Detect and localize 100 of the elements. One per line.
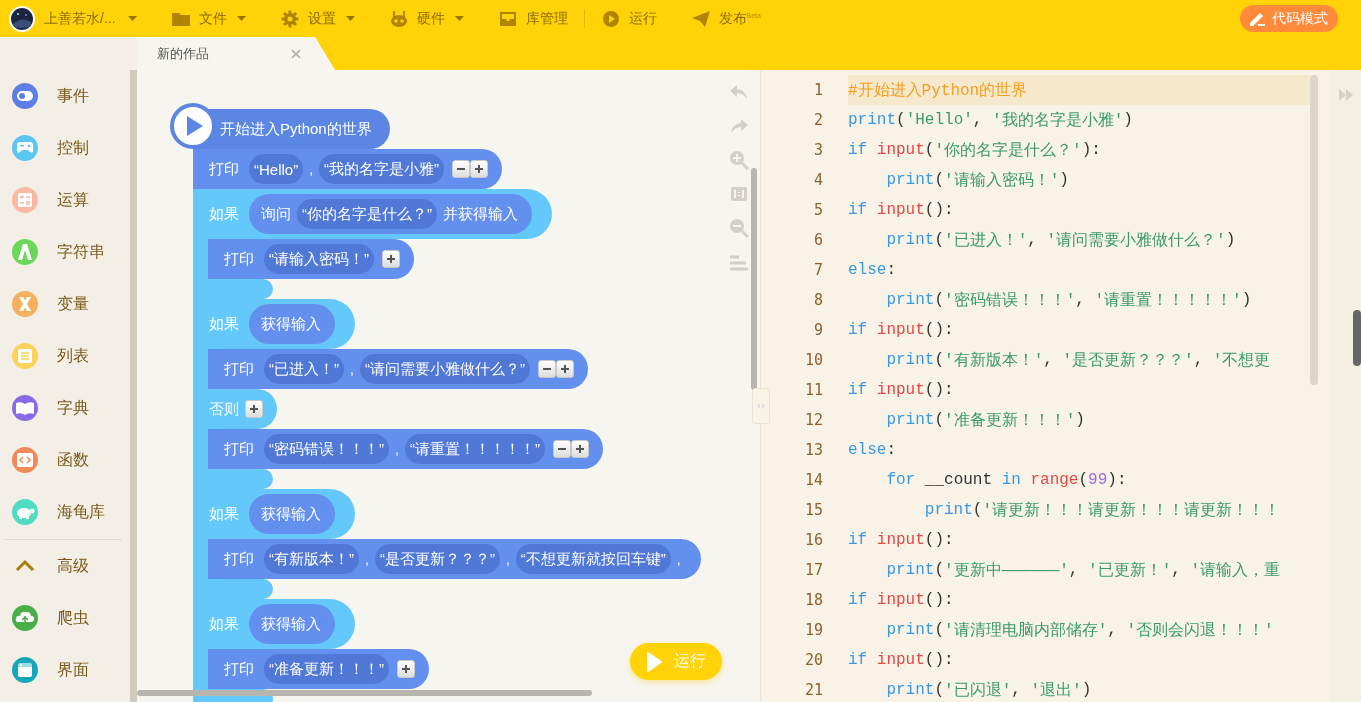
code-line[interactable]: if input(): — [848, 525, 1310, 555]
scrollbar[interactable] — [137, 690, 592, 696]
add-button[interactable] — [570, 440, 589, 458]
code-line[interactable]: if input(): — [848, 645, 1310, 675]
turtle-icon[interactable] — [11, 498, 39, 526]
calculator-icon[interactable] — [11, 186, 39, 214]
remove-button[interactable] — [452, 160, 471, 178]
print-block[interactable]: 打印 “有新版本！” , “是否更新？？？” , “不想更新就按回车键” , — [208, 539, 701, 579]
book-icon[interactable] — [11, 394, 39, 422]
menu-item[interactable]: 发布 — [718, 9, 747, 28]
code-line[interactable]: print('已闪退', '退出') — [848, 675, 1310, 702]
code-line[interactable]: print('准备更新！！！') — [848, 405, 1310, 435]
code-line[interactable]: if input(): — [848, 585, 1310, 615]
condition-block[interactable]: 获得输入 — [249, 494, 335, 534]
toggle-icon[interactable] — [11, 82, 39, 110]
code-line[interactable]: if input(): — [848, 375, 1310, 405]
print-block[interactable]: 打印 “请输入密码！” — [208, 239, 414, 279]
caret-icon[interactable] — [345, 16, 355, 21]
menu-item[interactable]: 文件 — [198, 9, 227, 28]
category-item[interactable]: 运算 — [57, 189, 89, 211]
text-input[interactable]: “是否更新？？？” — [374, 544, 500, 574]
menu-item[interactable]: 运行 — [628, 9, 657, 28]
category-item[interactable]: 函数 — [57, 449, 89, 471]
scrollbar[interactable] — [130, 70, 137, 702]
gear-icon[interactable] — [279, 9, 300, 28]
if-block-header[interactable]: 如果 获得输入 — [193, 299, 355, 349]
category-item[interactable]: 列表 — [57, 345, 89, 367]
cross-icon[interactable] — [11, 290, 39, 318]
add-button[interactable] — [245, 400, 263, 418]
code-line[interactable]: else: — [848, 255, 1310, 285]
category-item[interactable]: 字典 — [57, 397, 89, 419]
add-button[interactable] — [397, 660, 415, 678]
tray-icon[interactable] — [497, 9, 518, 28]
condition-block[interactable]: 获得输入 — [249, 604, 335, 644]
scrollbar[interactable] — [1310, 75, 1318, 385]
account-name[interactable]: 上善若水/... — [44, 9, 116, 28]
add-button[interactable] — [470, 160, 489, 178]
code-line[interactable]: print('请更新！！！请更新！！！请更新！！！ — [848, 495, 1310, 525]
condition-block[interactable]: 询问 “你的名字是什么？” 并获得输入 — [249, 194, 532, 234]
print-block[interactable]: 打印 “准备更新！！！” — [208, 649, 429, 689]
text-input[interactable]: “请输入密码！” — [264, 244, 374, 274]
category-item[interactable]: 控制 — [57, 137, 89, 159]
text-input[interactable]: “你的名字是什么？” — [297, 199, 437, 229]
zoom-in-icon[interactable] — [729, 150, 749, 170]
caret-icon[interactable] — [454, 16, 464, 21]
scrollbar[interactable] — [751, 168, 757, 390]
code-line[interactable]: else: — [848, 435, 1310, 465]
add-button[interactable] — [555, 360, 574, 378]
robot-icon[interactable] — [388, 9, 409, 28]
text-input[interactable]: “已进入！” — [264, 354, 344, 384]
text-input[interactable]: “不想更新就按回车键” — [515, 544, 671, 574]
window-icon[interactable] — [11, 656, 39, 684]
code-icon[interactable] — [11, 446, 39, 474]
code-line[interactable]: print('已进入！', '请问需要小雅做什么？') — [848, 225, 1310, 255]
code-line[interactable]: if input('你的名字是什么？'): — [848, 135, 1310, 165]
if-block-header[interactable]: 如果 获得输入 — [193, 599, 355, 649]
avatar[interactable] — [9, 5, 35, 32]
condition-block[interactable]: 获得输入 — [249, 304, 335, 344]
menu-item[interactable]: 库管理 — [525, 9, 568, 28]
double-arrow-icon[interactable] — [1338, 87, 1354, 103]
remove-button[interactable] — [552, 440, 571, 458]
add-button[interactable] — [382, 250, 400, 268]
code-line[interactable]: print('Hello', '我的名字是小雅') — [848, 105, 1310, 135]
category-item[interactable]: 字符串 — [57, 241, 105, 263]
code-line[interactable]: print('密码错误！！！', '请重置！！！！！') — [848, 285, 1310, 315]
category-item[interactable]: 变量 — [57, 293, 89, 315]
text-input[interactable]: “Hello” — [249, 154, 304, 184]
cloud-icon[interactable] — [11, 604, 39, 632]
text-input[interactable]: “请问需要小雅做什么？” — [359, 354, 530, 384]
zoom-out-icon[interactable] — [729, 218, 749, 238]
code-line[interactable]: print('有新版本！', '是否更新？？？', '不想更 — [848, 345, 1310, 375]
category-item[interactable]: 界面 — [57, 659, 89, 681]
code-line[interactable]: if input(): — [848, 315, 1310, 345]
text-input[interactable]: “请重置！！！！！” — [404, 434, 545, 464]
menu-item[interactable]: 硬件 — [416, 9, 445, 28]
category-item[interactable]: 海龟库 — [57, 501, 105, 523]
gamepad-icon[interactable] — [11, 134, 39, 162]
print-block[interactable]: 打印 “已进入！” , “请问需要小雅做什么？” — [208, 349, 588, 389]
code-line[interactable]: print('更新中——————', '已更新！', '请输入，重 — [848, 555, 1310, 585]
paper-plane-icon[interactable] — [690, 9, 711, 28]
reset-zoom-icon[interactable] — [729, 184, 749, 204]
remove-button[interactable] — [537, 360, 556, 378]
category-item[interactable]: 高级 — [57, 555, 89, 577]
close-icon[interactable] — [291, 48, 301, 59]
text-input[interactable]: “有新版本！” — [264, 544, 359, 574]
play-icon[interactable] — [600, 9, 621, 28]
print-block[interactable]: 打印 “密码错误！！！” , “请重置！！！！！” — [208, 429, 603, 469]
text-input[interactable]: “密码错误！！！” — [264, 434, 389, 464]
scrollbar[interactable] — [1353, 310, 1361, 366]
category-item[interactable]: 事件 — [57, 85, 89, 107]
menu-item[interactable]: 设置 — [307, 9, 336, 28]
peak-icon[interactable] — [11, 238, 39, 266]
text-input[interactable]: “我的名字是小雅” — [319, 154, 445, 184]
if-block-header[interactable]: 如果 获得输入 — [193, 489, 355, 539]
list-icon[interactable] — [11, 342, 39, 370]
if-block-header[interactable]: 如果 询问 “你的名字是什么？” 并获得输入 — [193, 189, 552, 239]
print-block[interactable]: 打印 “Hello” , “我的名字是小雅” — [193, 149, 503, 189]
text-input[interactable]: “准备更新！！！” — [264, 654, 389, 684]
code-mode-button[interactable]: 代码模式 — [1240, 5, 1338, 32]
code-line[interactable]: print('请输入密码！') — [848, 165, 1310, 195]
